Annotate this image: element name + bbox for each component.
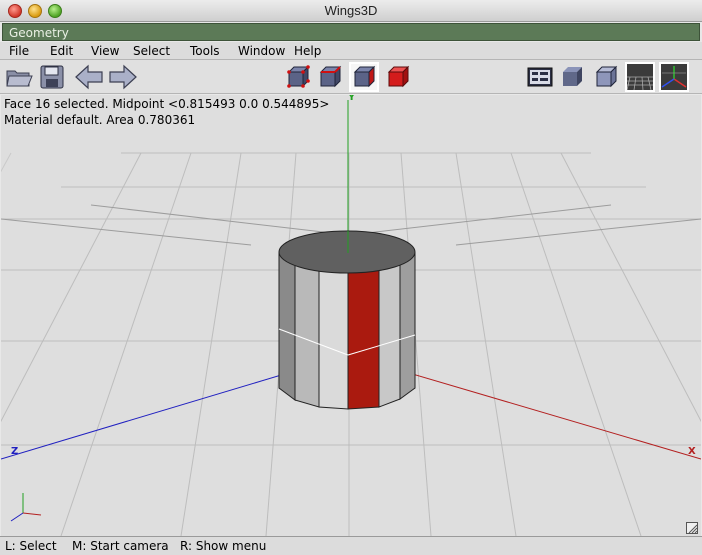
perspective-grid-icon[interactable] [625,62,655,92]
status-bar: L: Select M: Start camera R: Show menu [0,536,702,555]
status-middle-button: M: Start camera [72,539,169,553]
cylinder-mesh[interactable] [278,230,416,410]
axes-gizmo-icon [10,493,42,522]
viewport-3d[interactable]: Face 16 selected. Midpoint <0.815493 0.0… [1,95,701,536]
close-window-icon[interactable] [8,4,22,18]
geometry-window-header: Geometry [2,23,700,41]
material-info: Material default. Area 0.780361 [4,113,196,127]
z-axis-label: Z [11,446,19,457]
selection-info: Face 16 selected. Midpoint <0.815493 0.0… [4,97,330,111]
menu-bar: File Edit View Select Tools Window Help [0,42,702,60]
resize-grip-icon[interactable] [686,522,698,534]
vertex-mode-icon[interactable] [284,63,312,91]
status-left-button: L: Select [5,539,57,553]
menu-window[interactable]: Window [238,43,285,59]
status-right-button: R: Show menu [180,539,267,553]
menu-tools[interactable]: Tools [190,43,220,59]
menu-file[interactable]: File [9,43,29,59]
groundplane-toggle-icon[interactable] [526,63,554,91]
selected-face[interactable] [347,267,380,410]
y-axis-label: Y [348,95,356,103]
viewport-scene [1,100,701,536]
menu-help[interactable]: Help [294,43,321,59]
menu-edit[interactable]: Edit [50,43,73,59]
face-mode-icon[interactable] [349,62,379,92]
flat-shading-icon[interactable] [592,63,620,91]
axes-icon[interactable] [659,62,689,92]
edge-mode-icon[interactable] [316,63,344,91]
body-mode-icon[interactable] [384,63,412,91]
x-axis-label: X [688,446,696,457]
window-titlebar: Wings3D [0,0,702,22]
menu-view[interactable]: View [91,43,119,59]
minimize-window-icon[interactable] [28,4,42,18]
toolbar [0,60,702,94]
window-title: Wings3D [324,3,378,18]
undo-arrow-icon[interactable] [74,63,103,91]
smooth-shading-icon[interactable] [558,63,586,91]
menu-select[interactable]: Select [133,43,170,59]
redo-arrow-icon[interactable] [108,63,137,91]
open-folder-icon[interactable] [4,63,33,91]
save-disk-icon[interactable] [38,63,66,91]
zoom-window-icon[interactable] [48,4,62,18]
